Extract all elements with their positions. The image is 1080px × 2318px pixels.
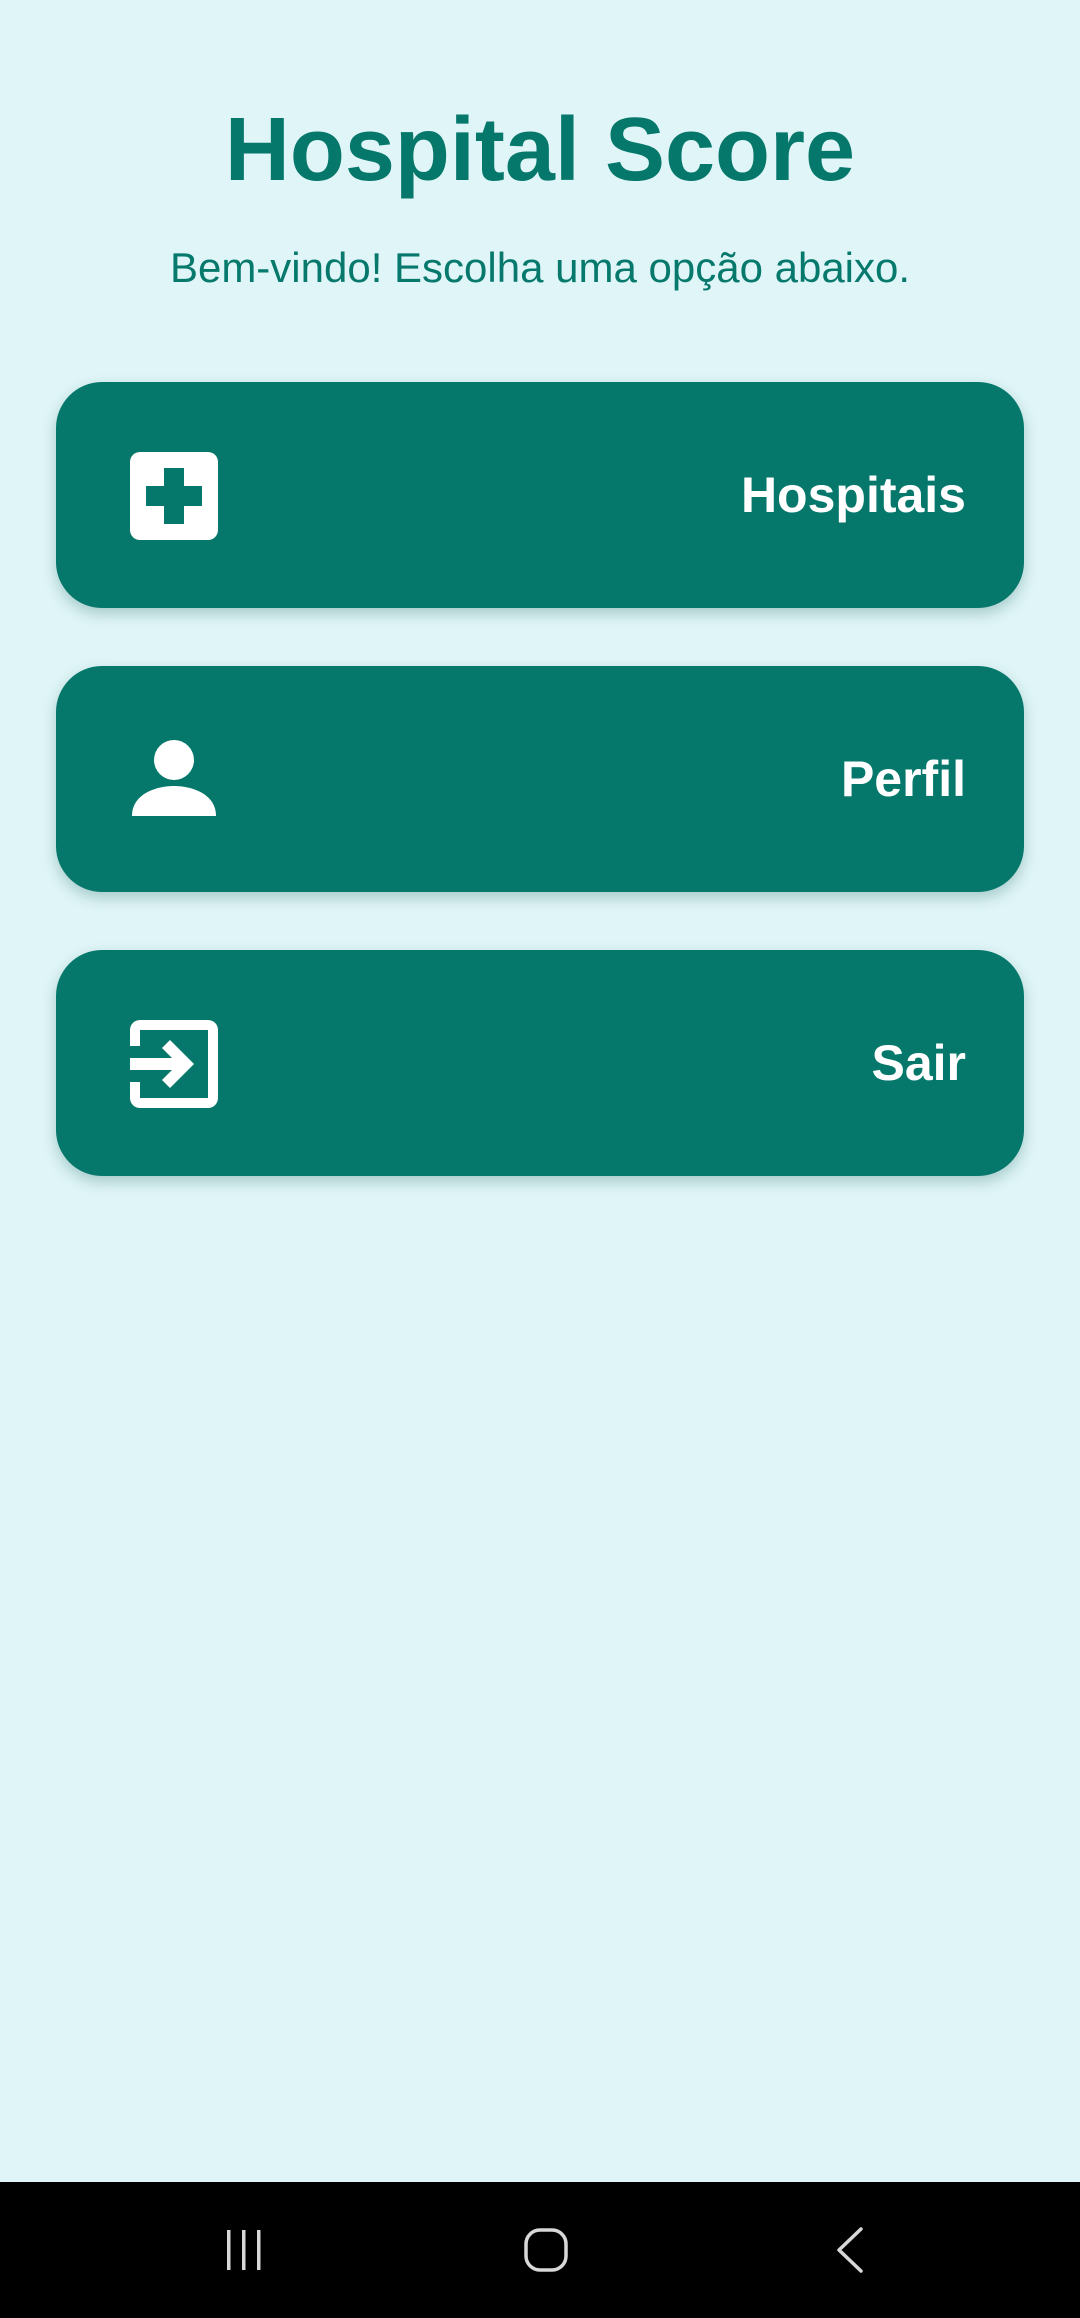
recents-icon [227, 2230, 261, 2270]
perfil-label: Perfil [840, 751, 966, 807]
sair-label: Sair [871, 1035, 966, 1091]
hospital-cross-icon [130, 452, 218, 540]
logout-icon [130, 1020, 218, 1108]
back-button[interactable] [790, 2182, 910, 2318]
app-title: Hospital Score [224, 100, 856, 200]
home-icon [524, 2228, 568, 2272]
sair-button[interactable]: Sair [56, 950, 1024, 1176]
person-icon [132, 740, 216, 816]
hospitais-label: Hospitais [740, 467, 966, 523]
perfil-button[interactable]: Perfil [56, 666, 1024, 892]
back-icon [837, 2227, 863, 2273]
home-button[interactable] [486, 2182, 606, 2318]
system-navigation-bar [0, 2182, 1080, 2318]
hospitais-button[interactable]: Hospitais [56, 382, 1024, 608]
welcome-subtitle: Bem-vindo! Escolha uma opção abaixo. [169, 244, 911, 291]
recents-button[interactable] [184, 2182, 304, 2318]
